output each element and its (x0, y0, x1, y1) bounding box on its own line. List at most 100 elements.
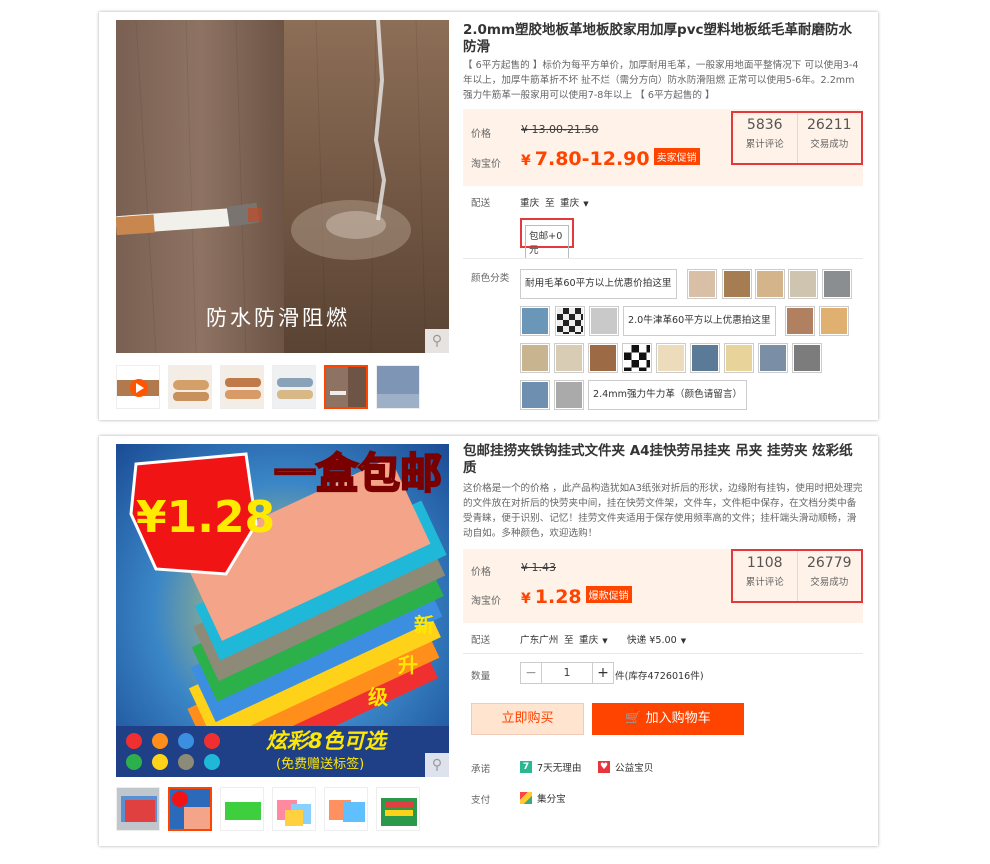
ship-from: 广东广州 (520, 635, 559, 646)
sku-option-text[interactable]: 耐用毛革60平方以上优惠价拍这里 (520, 269, 677, 299)
play-icon (117, 379, 159, 397)
review-count[interactable]: 1108 累计评论 (733, 551, 798, 601)
current-price: ¥7.80-12.90 卖家促销 (521, 148, 700, 170)
thumbnail-image-selected[interactable] (324, 365, 368, 409)
sku-swatch[interactable] (722, 269, 752, 299)
sku-swatch[interactable] (622, 343, 652, 373)
price-panel: 价格 ¥ 1.43 淘宝价 ¥1.28 爆款促销 1108 累计评论 26779 交易… (463, 549, 863, 623)
taobao-price-label: 淘宝价 (471, 596, 501, 607)
ship-to-word: 至 (545, 198, 555, 209)
seven-day-return[interactable]: 7 7天无理由 (520, 760, 581, 774)
thumbnail-image[interactable] (116, 787, 160, 831)
shipping-fee: 包邮+0元 (525, 225, 569, 259)
shipping-label: 配送 (471, 198, 491, 209)
jifenbao-icon (520, 792, 532, 804)
sku-swatch[interactable] (520, 306, 550, 336)
sku-swatch[interactable] (724, 343, 754, 373)
sku-swatch[interactable] (822, 269, 852, 299)
ship-destination-select[interactable]: 重庆 ▼ (579, 632, 608, 646)
review-count[interactable]: 5836 累计评论 (733, 113, 798, 163)
product-title[interactable]: 包邮挂捞夹铁钩挂式文件夹 A4挂快劳吊挂夹 吊夹 挂劳夹 炫彩纸质 (463, 443, 863, 477)
sku-swatch[interactable] (589, 306, 619, 336)
product-card-flooring: 防水防滑阻燃 ⚲ 2.0mm塑胶地板革地板胶家用加厚pvc塑料地板纸毛革耐磨防水… (99, 12, 878, 420)
payment-label: 支付 (471, 795, 491, 806)
ship-to: 重庆 (579, 635, 599, 646)
divider (463, 258, 863, 259)
sku-swatch[interactable] (554, 380, 584, 410)
ship-method-select[interactable]: 快递 ¥5.00 ▼ (627, 632, 686, 646)
review-number: 1108 (746, 555, 783, 571)
thumbnail-image[interactable] (376, 787, 420, 831)
sales-label: 交易成功 (810, 139, 849, 150)
ship-destination-select[interactable]: 重庆 ▼ (560, 195, 589, 209)
divider (463, 653, 863, 654)
sku-swatch[interactable] (554, 343, 584, 373)
sku-swatch[interactable] (555, 306, 585, 336)
main-product-image[interactable]: ¥1.28 一盒包邮 新 升 级 炫彩8色可选 (免费赠送标签) ⚲ (116, 444, 449, 777)
video-thumbnail[interactable] (116, 365, 160, 409)
sku-swatch[interactable] (520, 343, 550, 373)
sku-swatch[interactable] (755, 269, 785, 299)
seven-day-text: 7天无理由 (537, 763, 582, 774)
decrement-button[interactable]: − (520, 662, 542, 684)
sku-swatch[interactable] (687, 269, 717, 299)
price-value: 7.80-12.90 (534, 148, 650, 170)
taobao-price-label: 淘宝价 (471, 159, 501, 170)
yen-symbol: ¥ (521, 153, 531, 169)
quantity-input[interactable]: 1 (542, 662, 592, 684)
sales-count: 26211 交易成功 (798, 113, 862, 163)
product-card-folder: ¥1.28 一盒包邮 新 升 级 炫彩8色可选 (免费赠送标签) ⚲ 包邮挂捞夹… (99, 436, 878, 846)
sku-swatch[interactable] (788, 269, 818, 299)
product-title[interactable]: 2.0mm塑胶地板革地板胶家用加厚pvc塑料地板纸毛革耐磨防水防滑 (463, 22, 863, 56)
price-value: 1.28 (534, 586, 582, 608)
color-label: 颜色分类 (471, 273, 510, 284)
sku-option-text[interactable]: 2.0牛津革60平方以上优惠拍这里 (623, 306, 776, 336)
sku-swatch[interactable] (690, 343, 720, 373)
main-product-image[interactable]: 防水防滑阻燃 ⚲ (116, 20, 449, 353)
sales-number: 26211 (806, 117, 852, 133)
folder-photo: ¥1.28 一盒包邮 新 升 级 炫彩8色可选 (免费赠送标签) (116, 444, 449, 777)
charity-item[interactable]: ♥ 公益宝贝 (598, 760, 653, 774)
review-label: 累计评论 (745, 577, 784, 588)
image-caption: 防水防滑阻燃 (206, 306, 350, 330)
image-new-text: 新 (414, 613, 434, 637)
thumbnail-image[interactable] (220, 787, 264, 831)
quantity-stepper: − 1 + (520, 662, 614, 684)
quantity-label: 数量 (471, 671, 491, 682)
thumbnail-image[interactable] (272, 365, 316, 409)
sku-option-text[interactable]: 2.4mm强力牛力革（颜色请留言） (588, 380, 748, 410)
image-upgrade-text: 升 (398, 653, 418, 677)
sku-swatch[interactable] (520, 380, 550, 410)
sku-swatch[interactable] (588, 343, 618, 373)
payment-method[interactable]: 集分宝 (520, 791, 566, 805)
sku-swatch[interactable] (758, 343, 788, 373)
add-to-cart-button[interactable]: 🛒 加入购物车 (592, 703, 744, 735)
sku-swatch[interactable] (792, 343, 822, 373)
search-icon[interactable]: ⚲ (425, 753, 449, 777)
sku-swatch[interactable] (656, 343, 686, 373)
thumbnail-image[interactable] (324, 787, 368, 831)
search-icon[interactable]: ⚲ (425, 329, 449, 353)
heart-icon: ♥ (598, 761, 610, 773)
increment-button[interactable]: + (592, 662, 614, 684)
original-price: ¥ 1.43 (521, 561, 556, 574)
seven-day-icon: 7 (520, 761, 532, 773)
shipping-label: 配送 (471, 635, 491, 646)
original-price: ¥ 13.00-21.50 (521, 123, 599, 136)
image-colors-text: 炫彩8色可选 (266, 729, 389, 753)
product-description: 这价格是一个的价格 ，此产品构造犹如A3纸张对折后的形状，边缘附有挂钩，使用时把… (463, 483, 863, 539)
thumbnail-image[interactable] (272, 787, 316, 831)
chevron-down-icon: ▼ (583, 200, 589, 208)
price-panel: 价格 ¥ 13.00-21.50 淘宝价 ¥7.80-12.90 卖家促销 583… (463, 109, 863, 186)
thumbnail-image[interactable] (168, 365, 212, 409)
sku-swatch[interactable] (819, 306, 849, 336)
thumbnail-image[interactable] (220, 365, 264, 409)
buy-now-button[interactable]: 立即购买 (471, 703, 584, 735)
thumbnail-image-selected[interactable] (168, 787, 212, 831)
thumbnail-image[interactable] (376, 365, 420, 409)
ship-to-word: 至 (564, 635, 574, 646)
sku-swatch[interactable] (785, 306, 815, 336)
promise-label: 承诺 (471, 764, 491, 775)
review-number: 5836 (746, 117, 783, 133)
shipping-fee-option[interactable]: 包邮+0元 (520, 218, 574, 259)
